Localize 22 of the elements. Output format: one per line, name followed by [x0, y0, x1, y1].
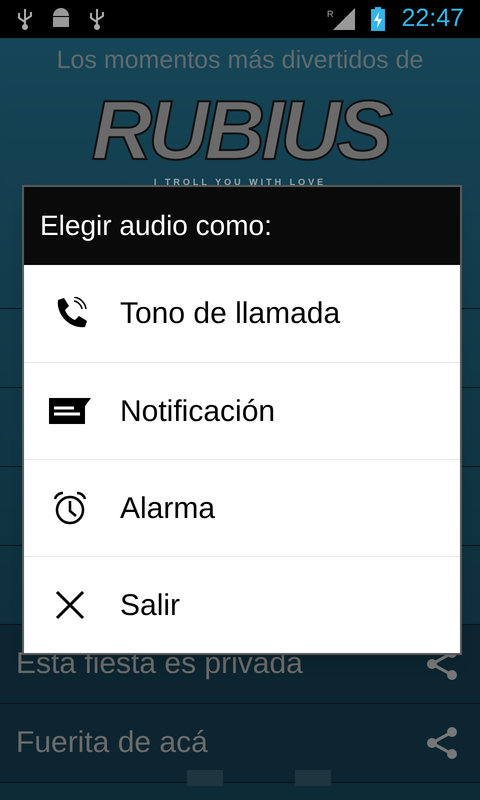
usb-icon: [16, 7, 34, 31]
dialog-option[interactable]: Salir: [24, 556, 460, 653]
signal-icon: [333, 8, 356, 30]
dialog-option[interactable]: Notificación: [24, 362, 460, 459]
close-icon: [54, 589, 86, 621]
option-label: Salir: [120, 588, 180, 624]
option-label: Notificación: [120, 394, 276, 430]
logo: RUBIUS: [92, 88, 388, 172]
dialog-option[interactable]: Alarma: [24, 459, 460, 556]
message-icon: [49, 398, 91, 424]
dialog-option[interactable]: Tono de llamada: [24, 265, 460, 362]
roaming-label: R: [326, 8, 334, 21]
clock-time: 22:47: [401, 3, 464, 34]
alarm-clock-icon: [52, 490, 88, 526]
usb-icon: [88, 7, 106, 31]
row-title: Fuerita de acá: [16, 725, 208, 761]
battery-charging-icon: [371, 7, 386, 31]
header-title: Los momentos más divertidos de: [56, 45, 424, 76]
option-label: Alarma: [120, 490, 216, 526]
dialog-title: Elegir audio como:: [40, 209, 272, 243]
logo-tagline: I TROLL YOU WITH LOVE: [154, 176, 326, 188]
option-label: Tono de llamada: [120, 296, 340, 332]
